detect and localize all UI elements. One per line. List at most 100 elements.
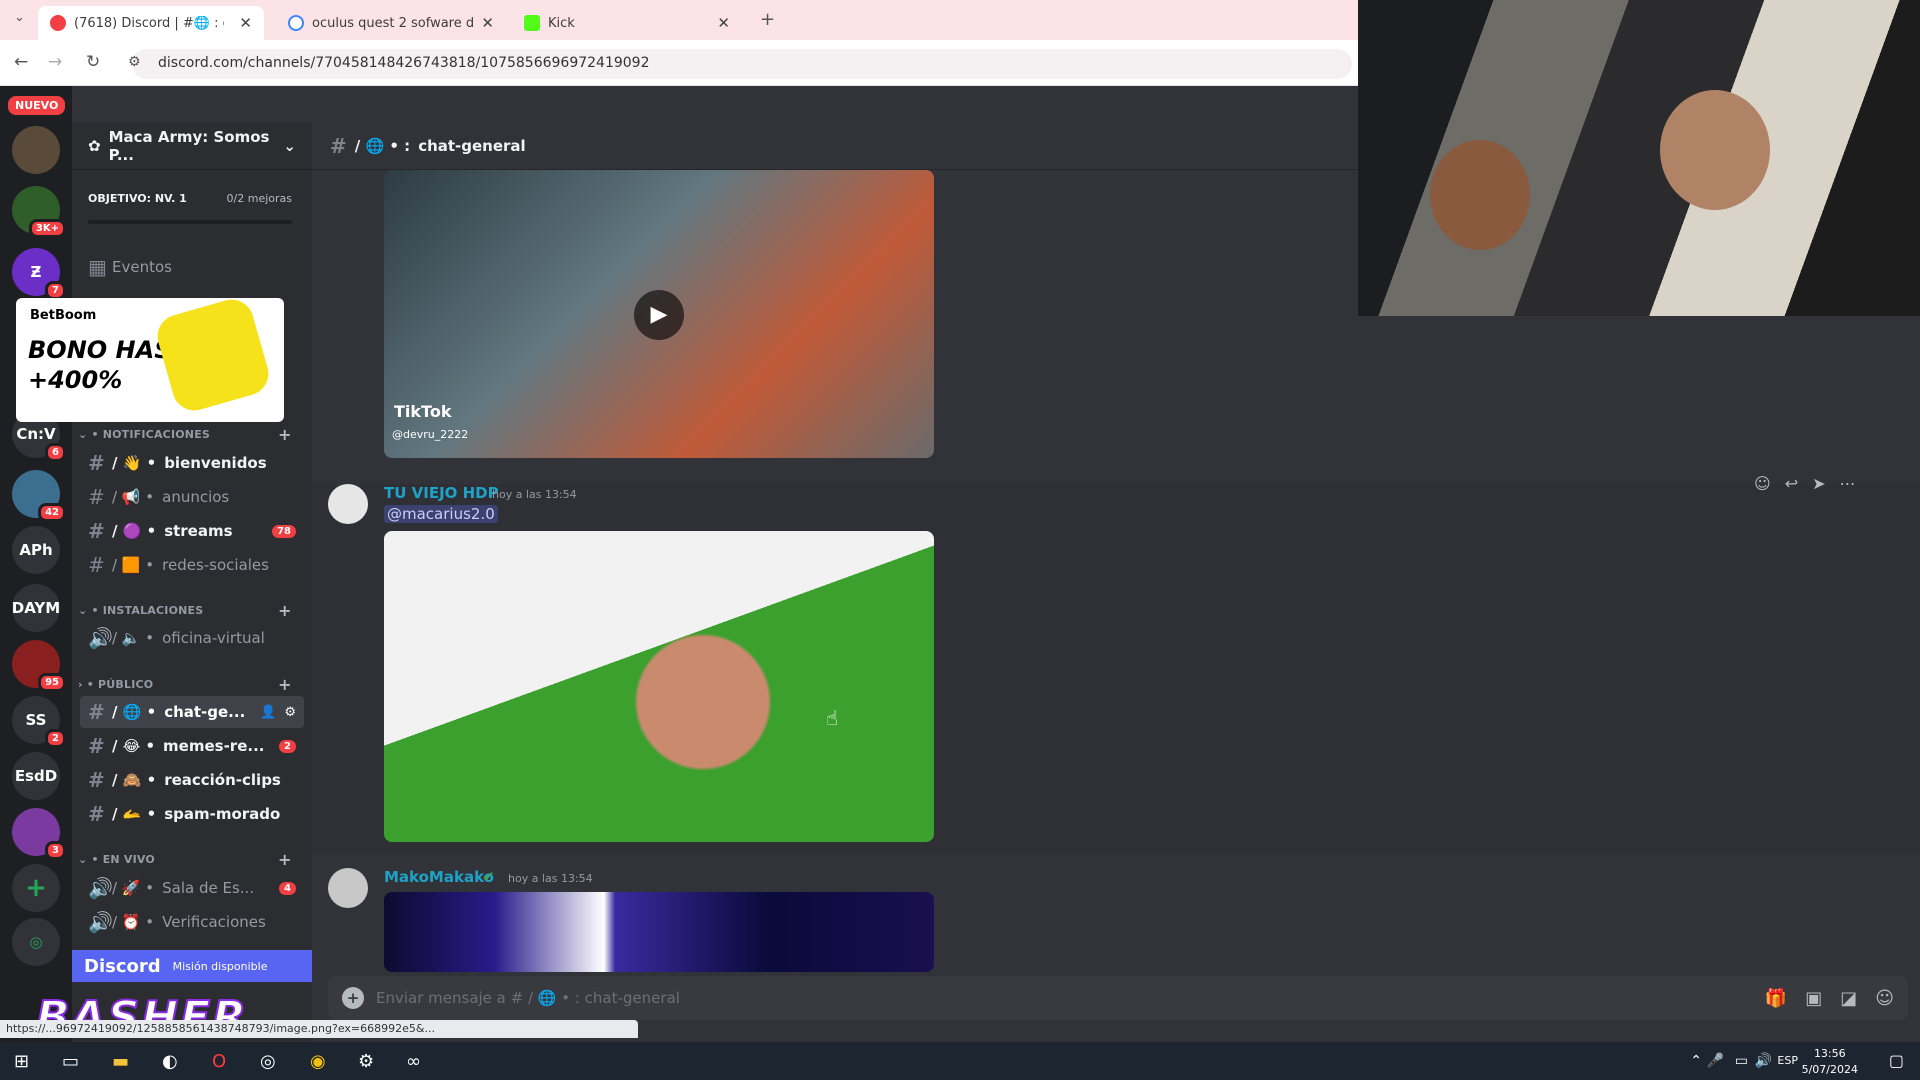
image-attachment[interactable]	[384, 531, 934, 842]
mic-icon[interactable]: 🎤	[1707, 1053, 1724, 1069]
volume-icon[interactable]: 🔊	[1755, 1053, 1772, 1069]
betboom-ad[interactable]: BetBoom BONO HASTA +400%	[16, 298, 284, 422]
channel-sala[interactable]: 🔊 / 🚀 • Sala de Es... 4	[80, 872, 304, 904]
channel-name: memes-re...	[163, 737, 265, 755]
server-icon[interactable]: Ƶ7	[12, 248, 66, 300]
tray-chevron-icon[interactable]: ⌃	[1690, 1053, 1702, 1069]
channel-name: spam-morado	[164, 805, 281, 823]
megaphone-emoji-icon: / 📢 •	[112, 488, 155, 506]
channel-memes[interactable]: # / 😂 • memes-re... 2	[80, 730, 304, 762]
channel-verificaciones[interactable]: 🔊 / ⏰ • Verificaciones	[80, 906, 304, 938]
server-icon[interactable]: 42	[12, 470, 66, 522]
language-indicator[interactable]: ESP	[1777, 1054, 1798, 1067]
hash-icon: #	[88, 802, 105, 826]
channel-name: Verificaciones	[162, 913, 266, 931]
category-en-vivo[interactable]: ⌄ • EN VIVO +	[78, 850, 291, 869]
server-icon[interactable]: EsdD	[12, 752, 60, 800]
new-tab-icon[interactable]: +	[760, 9, 775, 30]
hash-icon: #	[88, 451, 105, 475]
add-channel-icon[interactable]: +	[278, 425, 292, 444]
reply-icon[interactable]: ↩	[1785, 474, 1798, 493]
server-icon[interactable]: SS 2	[12, 696, 66, 748]
clock[interactable]: 13:56 5/07/2024	[1802, 1046, 1858, 1078]
user-mention[interactable]: @macarius2.0	[384, 505, 498, 523]
server-icon[interactable]: APh	[12, 526, 60, 574]
channel-redes-sociales[interactable]: # / 🟧 • redes-sociales	[80, 549, 304, 581]
tiktok-video-embed[interactable]: ▶ TikTok @devru_2222	[384, 170, 934, 458]
add-server-icon[interactable]: +	[12, 864, 60, 912]
channel-chat-general[interactable]: # / 🌐 • chat-ge... 👤 ⚙	[80, 696, 304, 728]
message-composer[interactable]: + Enviar mensaje a # / 🌐 • : chat-genera…	[328, 976, 1908, 1020]
app-icon[interactable]: ◐	[162, 1051, 178, 1072]
network-icon[interactable]: ▭	[1735, 1053, 1748, 1069]
meta-icon[interactable]: ∞	[406, 1051, 421, 1072]
channel-streams[interactable]: # / 🟣 • streams 78	[80, 515, 304, 547]
windows-start-icon[interactable]: ⊞	[14, 1051, 29, 1072]
orange-square-emoji-icon: / 🟧 •	[112, 556, 155, 574]
add-channel-icon[interactable]: +	[278, 675, 292, 694]
message-author[interactable]: MakoMakako	[384, 868, 494, 886]
file-explorer-icon[interactable]: ▬	[112, 1051, 129, 1072]
channel-anuncios[interactable]: # / 📢 • anuncios	[80, 481, 304, 513]
chrome-icon[interactable]: ◉	[310, 1051, 326, 1072]
category-label: PÚBLICO	[98, 678, 154, 691]
category-publico[interactable]: › • PÚBLICO +	[78, 675, 291, 694]
discord-mission-bar[interactable]: Discord Misión disponible	[72, 950, 312, 982]
category-instalaciones[interactable]: ⌄ • INSTALACIONES +	[78, 601, 291, 620]
close-tab-icon[interactable]: ✕	[717, 14, 730, 32]
gift-icon[interactable]: 🎁	[1765, 988, 1787, 1009]
avatar[interactable]	[328, 484, 368, 524]
emoji-icon[interactable]: ☺	[1875, 988, 1894, 1009]
server-icon[interactable]: 95	[12, 640, 66, 692]
message-author[interactable]: TU VIEJO HDP	[384, 484, 499, 502]
add-attachment-icon[interactable]: +	[342, 987, 364, 1009]
hash-icon: #	[88, 734, 105, 758]
channel-bienvenidos[interactable]: # / 👋 • bienvenidos	[80, 447, 304, 479]
speaker-emoji-icon: / 🔈 •	[112, 629, 155, 647]
server-icon[interactable]: 3	[12, 808, 66, 860]
opera-icon[interactable]: O	[212, 1051, 226, 1072]
url-field[interactable]: ⚙ discord.com/channels/77045814842674381…	[128, 49, 1352, 79]
gif-icon[interactable]: ▣	[1805, 988, 1822, 1009]
explore-icon[interactable]: ◎	[12, 918, 60, 966]
hash-icon: #	[88, 553, 105, 577]
invite-icon[interactable]: 👤	[260, 705, 276, 720]
play-icon[interactable]: ▶	[634, 290, 684, 340]
tab-search-icon[interactable]: ⌄	[14, 10, 25, 25]
channel-reaccion-clips[interactable]: # / 🙈 • reacción-clips	[80, 764, 304, 796]
server-icon[interactable]: DAYM	[12, 584, 60, 632]
events-item[interactable]: ▦ Eventos	[80, 251, 304, 283]
forward-icon[interactable]: ➤	[1812, 474, 1825, 493]
boost-goal[interactable]: OBJETIVO: NV. 1 0/2 mejoras	[72, 180, 312, 230]
category-notificaciones[interactable]: ⌄ • NOTIFICACIONES +	[78, 425, 291, 444]
forward-icon[interactable]: →	[48, 52, 62, 72]
close-tab-icon[interactable]: ✕	[239, 14, 252, 32]
channel-spam-morado[interactable]: # / 🫴 • spam-morado	[80, 798, 304, 830]
gear-icon[interactable]: ⚙	[284, 705, 296, 720]
image-attachment[interactable]	[384, 892, 934, 972]
tab-google[interactable]: oculus quest 2 sofware descarg ✕	[276, 6, 506, 40]
add-channel-icon[interactable]: +	[278, 850, 292, 869]
server-icon[interactable]: 3K+	[12, 186, 66, 238]
server-icon[interactable]	[12, 126, 60, 174]
sticker-icon[interactable]: ◪	[1840, 988, 1857, 1009]
server-header[interactable]: ✿ Maca Army: Somos P... ⌄	[72, 122, 312, 170]
hash-icon: #	[330, 133, 347, 158]
tab-discord[interactable]: (7618) Discord | #🌐 : chat- ✕	[38, 6, 264, 40]
tab-kick[interactable]: Kick ✕	[512, 6, 742, 40]
steam-icon[interactable]: ⚙	[358, 1051, 374, 1072]
add-reaction-icon[interactable]: ☺	[1754, 474, 1771, 493]
task-view-icon[interactable]: ▭	[62, 1051, 79, 1072]
avatar[interactable]	[328, 868, 368, 908]
back-icon[interactable]: ←	[14, 52, 28, 72]
obs-icon[interactable]: ◎	[260, 1051, 276, 1072]
more-icon[interactable]: ⋯	[1840, 474, 1856, 493]
channel-oficina-virtual[interactable]: 🔊 / 🔈 • oficina-virtual	[80, 622, 304, 654]
reload-icon[interactable]: ↻	[86, 52, 100, 72]
chat-header: # / 🌐 • : chat-general	[312, 122, 1362, 170]
tiktok-handle: @devru_2222	[392, 428, 469, 441]
close-tab-icon[interactable]: ✕	[481, 14, 494, 32]
notifications-icon[interactable]: ▢	[1889, 1051, 1904, 1070]
add-channel-icon[interactable]: +	[278, 601, 292, 620]
site-info-icon[interactable]: ⚙	[128, 54, 141, 70]
